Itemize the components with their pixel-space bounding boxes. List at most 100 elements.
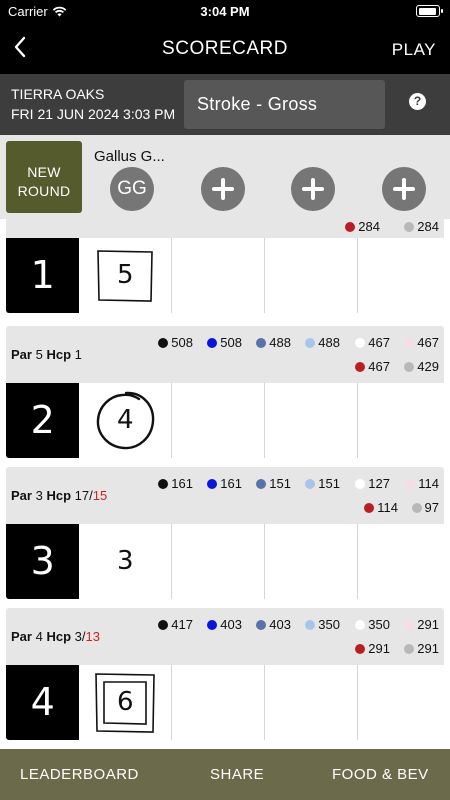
tee-red-yards: 467 (368, 359, 390, 374)
holes-list[interactable]: 284 284 1 5 Par 5 Hcp 1 508 508 488 488 … (0, 219, 450, 749)
tee-gray-dot (411, 502, 422, 513)
hole-score-row: 3 3 (6, 524, 444, 599)
tee-yardage: 467 (404, 335, 439, 350)
hcp-value: 3/ (74, 629, 86, 644)
add-player-icon[interactable] (201, 167, 245, 211)
help-icon[interactable]: ? (409, 93, 426, 110)
player-avatar[interactable]: GG (110, 167, 154, 211)
course-bar: TIERRA OAKS FRI 21 JUN 2024 3:03 PM Stro… (0, 74, 450, 135)
hole-score-row: 1 5 (6, 238, 444, 313)
play-button[interactable]: PLAY (392, 40, 436, 60)
new-round-button[interactable]: NEW ROUND (6, 141, 82, 213)
round-datetime: FRI 21 JUN 2024 3:03 PM (11, 106, 176, 122)
tee-red-yards: 284 (358, 219, 380, 234)
score-cell[interactable]: 5 (79, 238, 173, 313)
new-round-label-line2: ROUND (17, 183, 71, 199)
tee-yardage: 114 (405, 476, 439, 491)
hole-header: Par 3 Hcp 17/15 161 161 151 151 127 114 … (6, 467, 444, 524)
tee-white-dot (355, 478, 366, 489)
scoring-format-select[interactable]: Stroke - Gross (184, 80, 385, 129)
tee-black-dot (158, 619, 169, 630)
tee-black-dot (158, 478, 169, 489)
tab-food-bev[interactable]: FOOD & BEV (332, 766, 429, 783)
tee-slate-dot (256, 619, 267, 630)
par-label: Par (11, 629, 32, 644)
tee-yardage: 97 (411, 500, 439, 515)
hcp-label: Hcp (46, 629, 72, 644)
par-value: 4 (35, 629, 43, 644)
hole-score: 6 (116, 687, 134, 717)
tee-yardage: 291 (404, 617, 439, 632)
tee-white-dot (355, 337, 366, 348)
tee-gray-dot (404, 643, 415, 654)
score-cell[interactable] (265, 665, 358, 740)
tee-lightblue-dot (305, 337, 316, 348)
tee-yardage: 161 (207, 476, 242, 491)
tee-yardage: 467 (355, 335, 390, 350)
par-value: 5 (35, 347, 43, 362)
score-cell[interactable] (358, 238, 444, 313)
tee-gray-yards: 429 (417, 359, 439, 374)
add-player-icon[interactable] (291, 167, 335, 211)
hole-card: 284 284 1 5 (6, 219, 444, 313)
score-cell[interactable]: 6 (79, 665, 173, 740)
par-hcp-label: Par 4 Hcp 3/13 (11, 629, 100, 644)
score-cell[interactable]: 3 (79, 524, 173, 599)
tee-yardage: 161 (158, 476, 193, 491)
page-title: SCORECARD (162, 38, 288, 59)
par-hcp-label: Par 3 Hcp 17/15 (11, 488, 107, 503)
tab-share[interactable]: SHARE (210, 766, 264, 783)
score-cell[interactable] (265, 383, 358, 458)
tee-yardage: 508 (158, 335, 193, 350)
tee-slate-dot (256, 478, 267, 489)
tee-white-dot (355, 619, 366, 630)
par-label: Par (11, 488, 32, 503)
tee-black-dot (158, 337, 169, 348)
score-cell[interactable] (172, 524, 266, 599)
hcp-value: 1 (74, 347, 82, 362)
tee-pink-dot (405, 478, 416, 489)
tee-yardage: 151 (256, 476, 291, 491)
tee-white-yards: 467 (368, 335, 390, 350)
tee-gray-yards: 97 (424, 500, 439, 515)
score-cell[interactable] (172, 383, 266, 458)
tee-pink-yards: 467 (417, 335, 439, 350)
tee-blue-yards: 161 (220, 476, 242, 491)
hole-header: Par 5 Hcp 1 508 508 488 488 467 467 467 … (6, 326, 444, 383)
tee-yardage: 467 (355, 359, 390, 374)
score-cell[interactable] (358, 383, 444, 458)
score-cell[interactable] (358, 524, 444, 599)
score-cell[interactable] (172, 238, 266, 313)
par-value: 3 (35, 488, 43, 503)
tab-leaderboard[interactable]: LEADERBOARD (20, 766, 139, 783)
tee-pink-dot (404, 619, 415, 630)
tee-red-yards: 114 (377, 500, 398, 515)
tee-blue-dot (207, 619, 218, 630)
tee-lightblue-dot (305, 478, 316, 489)
tee-slate-yards: 151 (269, 476, 291, 491)
tee-yardage: 508 (207, 335, 242, 350)
tee-blue-yards: 403 (220, 617, 242, 632)
score-cell[interactable] (358, 665, 444, 740)
bottom-tab-bar: LEADERBOARD SHARE FOOD & BEV (0, 749, 450, 800)
par-hcp-label: Par 5 Hcp 1 (11, 347, 82, 362)
tee-yardage: 291 (404, 641, 439, 656)
tee-white-yards: 127 (368, 476, 390, 491)
tee-yardage: 350 (305, 617, 340, 632)
score-cell[interactable]: 4 (79, 383, 173, 458)
hole-score-row: 2 4 (6, 383, 444, 458)
add-player-icon[interactable] (382, 167, 426, 211)
tee-slate-dot (256, 337, 267, 348)
tee-red-dot (355, 643, 366, 654)
tee-red-yards: 291 (368, 641, 390, 656)
nav-bar: SCORECARD PLAY (0, 26, 450, 72)
hole-card: Par 4 Hcp 3/13 417 403 403 350 350 291 2… (6, 608, 444, 740)
tee-pink-yards: 114 (418, 476, 439, 491)
top-bar: Carrier 3:04 PM SCORECARD PLAY (0, 0, 450, 74)
tee-slate-yards: 488 (269, 335, 291, 350)
tee-yardage: 291 (355, 641, 390, 656)
tee-yardage: 284 (345, 219, 380, 234)
score-cell[interactable] (265, 238, 358, 313)
score-cell[interactable] (172, 665, 266, 740)
score-cell[interactable] (265, 524, 358, 599)
